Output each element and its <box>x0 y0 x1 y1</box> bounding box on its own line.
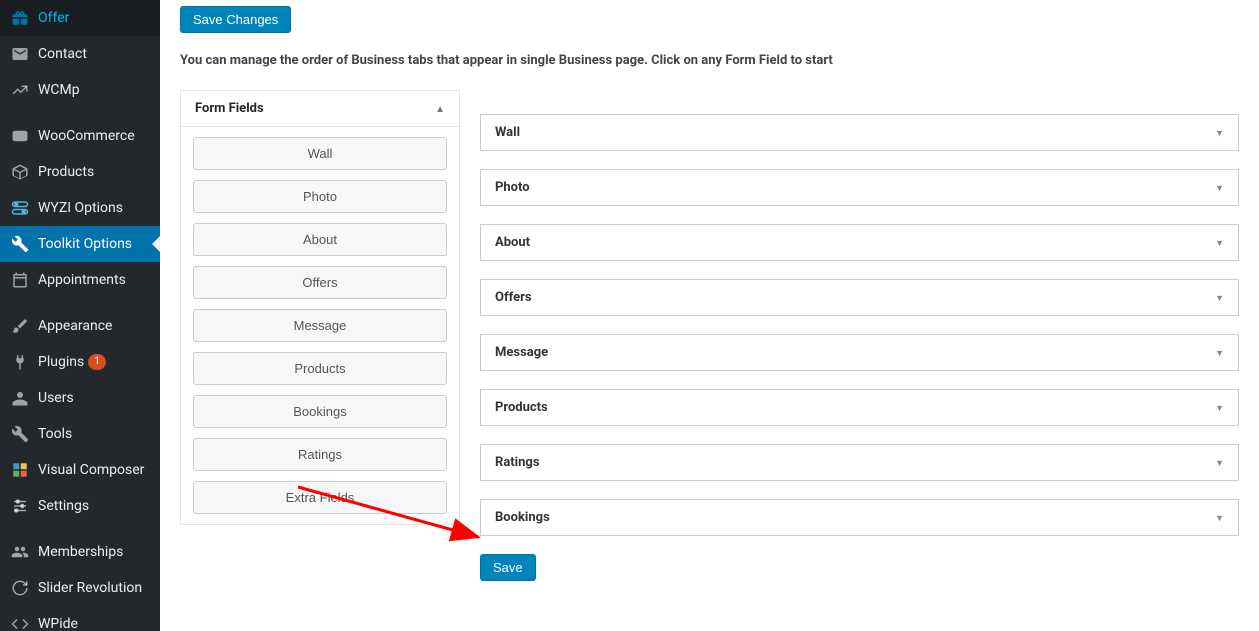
accordion-title: Bookings <box>495 510 550 525</box>
sidebar-label: Slider Revolution <box>38 580 142 596</box>
sidebar-item-appearance[interactable]: Appearance <box>0 308 160 344</box>
toggle-icon <box>10 198 30 218</box>
sidebar-label: Tools <box>38 426 72 442</box>
code-icon <box>10 614 30 631</box>
sidebar-separator <box>0 524 160 534</box>
accordion-offers[interactable]: Offers <box>480 279 1239 316</box>
accordion-about[interactable]: About <box>480 224 1239 261</box>
sidebar-separator <box>0 108 160 118</box>
form-fields-title: Form Fields <box>195 101 264 116</box>
gift-icon <box>10 8 30 28</box>
accordion-title: Offers <box>495 290 532 305</box>
calendar-icon <box>10 270 30 290</box>
sidebar-item-wcmp[interactable]: WCMp <box>0 72 160 108</box>
field-wall[interactable]: Wall <box>193 137 447 170</box>
sidebar-label: Offer <box>38 10 69 26</box>
sidebar-item-memberships[interactable]: Memberships <box>0 534 160 570</box>
users-icon <box>10 542 30 562</box>
sidebar-item-woocommerce[interactable]: WooCommerce <box>0 118 160 154</box>
sidebar-item-visual-composer[interactable]: Visual Composer <box>0 452 160 488</box>
intro-text: You can manage the order of Business tab… <box>180 53 1239 68</box>
sidebar-item-toolkit-options[interactable]: Toolkit Options <box>0 226 160 262</box>
sidebar-label: Toolkit Options <box>38 236 132 252</box>
form-fields-header[interactable]: Form Fields <box>181 91 459 127</box>
sidebar-item-appointments[interactable]: Appointments <box>0 262 160 298</box>
chart-icon <box>10 80 30 100</box>
accordion-wall[interactable]: Wall <box>480 114 1239 151</box>
sidebar-label: WPide <box>38 616 78 631</box>
sidebar-item-slider-revolution[interactable]: Slider Revolution <box>0 570 160 606</box>
chevron-down-icon <box>1215 510 1224 525</box>
field-about[interactable]: About <box>193 223 447 256</box>
sidebar-label: Appearance <box>38 318 112 334</box>
save-changes-button[interactable]: Save Changes <box>180 6 291 33</box>
accordion-photo[interactable]: Photo <box>480 169 1239 206</box>
plug-icon <box>10 352 30 372</box>
sidebar-label: Contact <box>38 46 87 62</box>
chevron-down-icon <box>1215 125 1224 140</box>
woo-icon <box>10 126 30 146</box>
cycle-icon <box>10 578 30 598</box>
accordion-ratings[interactable]: Ratings <box>480 444 1239 481</box>
accordion-message[interactable]: Message <box>480 334 1239 371</box>
sidebar-item-tools[interactable]: Tools <box>0 416 160 452</box>
sidebar-item-plugins[interactable]: Plugins 1 <box>0 344 160 380</box>
sidebar-label: Visual Composer <box>38 462 144 478</box>
accordion-products[interactable]: Products <box>480 389 1239 426</box>
sidebar-label: Users <box>38 390 74 406</box>
sidebar-item-settings[interactable]: Settings <box>0 488 160 524</box>
field-message[interactable]: Message <box>193 309 447 342</box>
chevron-down-icon <box>1215 400 1224 415</box>
sidebar-label: Settings <box>38 498 89 514</box>
sidebar-label: Plugins <box>38 354 84 370</box>
mail-icon <box>10 44 30 64</box>
sidebar-label: WooCommerce <box>38 128 135 144</box>
field-offers[interactable]: Offers <box>193 266 447 299</box>
sidebar-item-wpide[interactable]: WPide <box>0 606 160 631</box>
sliders-icon <box>10 496 30 516</box>
sidebar-item-users[interactable]: Users <box>0 380 160 416</box>
sidebar-separator <box>0 298 160 308</box>
field-bookings[interactable]: Bookings <box>193 395 447 428</box>
accordion-bookings[interactable]: Bookings <box>480 499 1239 536</box>
box-icon <box>10 162 30 182</box>
sidebar-label: Products <box>38 164 94 180</box>
accordion-title: Wall <box>495 125 520 140</box>
sidebar-item-contact[interactable]: Contact <box>0 36 160 72</box>
field-products[interactable]: Products <box>193 352 447 385</box>
tools-icon <box>10 234 30 254</box>
chevron-down-icon <box>1215 235 1224 250</box>
brush-icon <box>10 316 30 336</box>
admin-sidebar: Offer Contact WCMp WooCommerce Products … <box>0 0 160 631</box>
form-fields-box: Form Fields Wall Photo About Offers Mess… <box>180 90 460 525</box>
sidebar-label: Memberships <box>38 544 123 560</box>
vc-icon <box>10 460 30 480</box>
chevron-down-icon <box>1215 345 1224 360</box>
caret-up-icon <box>435 101 445 116</box>
accordion-title: Ratings <box>495 455 540 470</box>
accordion-title: Photo <box>495 180 530 195</box>
sidebar-label: Appointments <box>38 272 126 288</box>
accordion-title: Message <box>495 345 548 360</box>
form-fields-body: Wall Photo About Offers Message Products… <box>181 127 459 524</box>
sidebar-item-products[interactable]: Products <box>0 154 160 190</box>
accordion-title: Products <box>495 400 548 415</box>
plugins-badge: 1 <box>88 354 106 370</box>
accordion-column: Wall Photo About Offers Message Products… <box>480 90 1239 581</box>
field-extra-fields[interactable]: Extra Fields <box>193 481 447 514</box>
field-photo[interactable]: Photo <box>193 180 447 213</box>
sidebar-label: WCMp <box>38 82 80 98</box>
accordion-title: About <box>495 235 530 250</box>
sidebar-item-wyzi-options[interactable]: WYZI Options <box>0 190 160 226</box>
sidebar-item-offer[interactable]: Offer <box>0 0 160 36</box>
wrench-icon <box>10 424 30 444</box>
field-ratings[interactable]: Ratings <box>193 438 447 471</box>
chevron-down-icon <box>1215 180 1224 195</box>
sidebar-label: WYZI Options <box>38 200 123 216</box>
user-icon <box>10 388 30 408</box>
chevron-down-icon <box>1215 290 1224 305</box>
save-button[interactable]: Save <box>480 554 536 581</box>
main-content: Save Changes You can manage the order of… <box>160 0 1259 631</box>
chevron-down-icon <box>1215 455 1224 470</box>
